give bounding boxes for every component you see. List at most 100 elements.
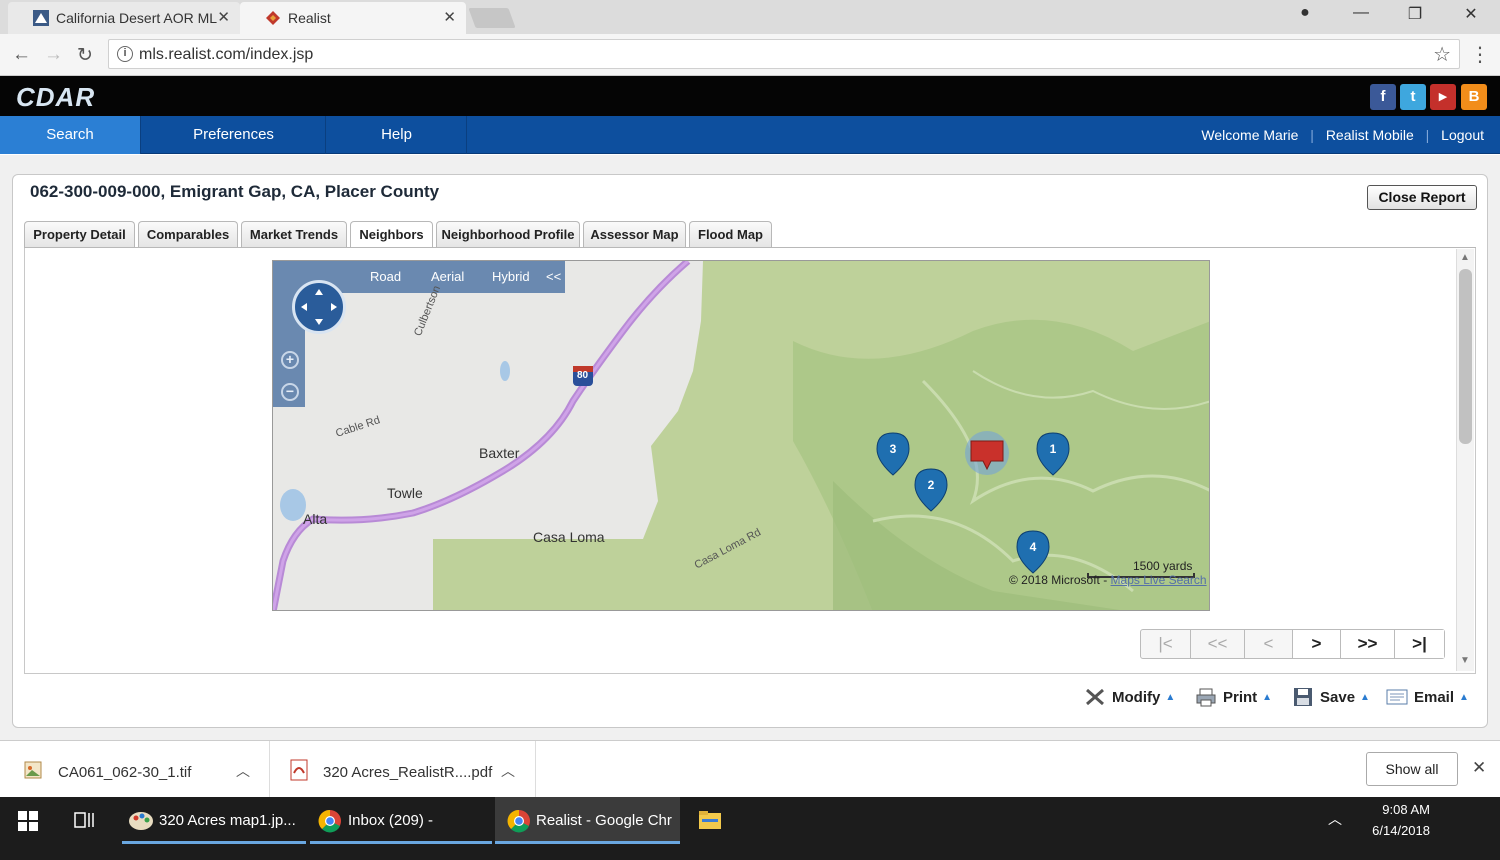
new-tab-button[interactable] bbox=[468, 8, 516, 28]
svg-text:2: 2 bbox=[928, 478, 935, 492]
back-icon[interactable]: ← bbox=[12, 44, 31, 66]
close-tab-icon[interactable]: ✕ bbox=[443, 8, 456, 26]
taskbar-chrome-inbox[interactable]: Inbox (209) - acalifo... bbox=[310, 797, 492, 860]
chevron-up-icon[interactable]: ︿ bbox=[501, 761, 515, 781]
next-set-button[interactable]: >> bbox=[1341, 630, 1395, 658]
twitter-icon[interactable]: t bbox=[1400, 84, 1426, 110]
reload-icon[interactable]: ↻ bbox=[77, 44, 93, 67]
map-canvas: 3 2 1 4 bbox=[273, 261, 1209, 610]
report-title: 062-300-009-000, Emigrant Gap, CA, Place… bbox=[30, 182, 440, 201]
tab-flood-map[interactable]: Flood Map bbox=[689, 221, 772, 248]
nav-search[interactable]: Search bbox=[0, 116, 141, 154]
pdf-file-icon bbox=[290, 759, 308, 781]
neighbors-map[interactable]: 3 2 1 4 Road Aerial Hybrid << + − Baxter… bbox=[272, 260, 1210, 611]
app-header: CDAR f t ▶ B bbox=[0, 76, 1500, 116]
window-close-icon[interactable]: ✕ bbox=[1456, 4, 1486, 24]
tab-market-trends[interactable]: Market Trends bbox=[241, 221, 347, 248]
show-all-button[interactable]: Show all bbox=[1366, 752, 1458, 786]
collapse-toolbar-button[interactable]: << bbox=[546, 269, 561, 284]
map-type-road[interactable]: Road bbox=[370, 269, 401, 284]
address-bar: ← → ↻ i mls.realist.com/index.jsp ☆ ⋮ bbox=[0, 34, 1500, 76]
browser-tab-realist[interactable]: Realist ✕ bbox=[240, 2, 466, 34]
pager: |< << < > >> >| bbox=[1140, 629, 1445, 659]
youtube-icon[interactable]: ▶ bbox=[1430, 84, 1456, 110]
taskbar-paint[interactable]: 320 Acres map1.jp... bbox=[122, 797, 306, 844]
restore-icon[interactable]: ❐ bbox=[1400, 4, 1430, 24]
print-label: Print bbox=[1223, 688, 1258, 706]
map-type-hybrid[interactable]: Hybrid bbox=[492, 269, 530, 284]
profile-icon[interactable]: ● bbox=[1290, 4, 1320, 22]
map-type-aerial[interactable]: Aerial bbox=[431, 269, 464, 284]
modify-button[interactable]: Modify ▲ bbox=[1084, 686, 1175, 708]
browser-tab-cdar[interactable]: California Desert AOR ML ✕ bbox=[8, 2, 240, 34]
system-tray-chevron-icon[interactable]: ︿ bbox=[1328, 809, 1342, 829]
last-page-button[interactable]: >| bbox=[1395, 630, 1444, 658]
clock-date: 6/14/2018 bbox=[1372, 823, 1430, 838]
logout-link[interactable]: Logout bbox=[1441, 127, 1484, 143]
url-text: mls.realist.com/index.jsp bbox=[139, 46, 314, 63]
save-button[interactable]: Save ▲ bbox=[1292, 686, 1370, 708]
caret-up-icon: ▲ bbox=[1360, 691, 1370, 703]
realist-mobile-link[interactable]: Realist Mobile bbox=[1326, 127, 1414, 143]
browser-tab-title: California Desert AOR ML bbox=[56, 10, 218, 26]
download-item[interactable]: CA061_062-30_1.tif ︿ bbox=[0, 741, 270, 798]
maps-live-search-link[interactable]: Maps Live Search bbox=[1111, 573, 1207, 587]
caret-up-icon: ▲ bbox=[1459, 691, 1469, 703]
file-explorer-icon[interactable] bbox=[698, 809, 722, 831]
taskbar-chrome-realist[interactable]: Realist - Google Chr bbox=[495, 797, 680, 844]
browser-tab-title: Realist bbox=[288, 10, 331, 26]
scroll-down-icon[interactable]: ▼ bbox=[1460, 655, 1470, 666]
next-button[interactable]: > bbox=[1293, 630, 1341, 658]
map-copyright: © 2018 Microsoft - Maps Live Search bbox=[1009, 573, 1207, 587]
url-input[interactable]: i mls.realist.com/index.jsp ☆ bbox=[108, 39, 1460, 69]
tab-property-detail[interactable]: Property Detail bbox=[24, 221, 135, 248]
modify-label: Modify bbox=[1112, 688, 1161, 706]
zoom-out-icon[interactable]: − bbox=[281, 383, 299, 401]
close-report-button[interactable]: Close Report bbox=[1367, 185, 1477, 210]
downloads-bar: CA061_062-30_1.tif ︿ 320 Acres_RealistR.… bbox=[0, 740, 1500, 798]
prev-set-button[interactable]: << bbox=[1191, 630, 1245, 658]
first-page-button[interactable]: |< bbox=[1141, 630, 1191, 658]
nav-preferences[interactable]: Preferences bbox=[142, 116, 326, 154]
scroll-up-icon[interactable]: ▲ bbox=[1460, 252, 1470, 263]
blogger-icon[interactable]: B bbox=[1461, 84, 1487, 110]
main-nav: Search Preferences Help Welcome Marie | … bbox=[0, 116, 1500, 154]
bottom-strip bbox=[0, 844, 1500, 860]
pan-control[interactable] bbox=[292, 280, 346, 334]
download-filename: 320 Acres_RealistR....pdf bbox=[323, 764, 493, 781]
user-links: Welcome Marie | Realist Mobile | Logout bbox=[1197, 127, 1488, 143]
email-button[interactable]: Email ▲ bbox=[1386, 686, 1469, 708]
tab-comparables[interactable]: Comparables bbox=[138, 221, 238, 248]
cdar-logo[interactable]: CDAR bbox=[16, 82, 95, 113]
copyright-text: © 2018 Microsoft - bbox=[1009, 573, 1111, 587]
scale-label: 1500 yards bbox=[1133, 559, 1193, 573]
tab-assessor-map[interactable]: Assessor Map bbox=[583, 221, 686, 248]
subject-property-marker[interactable] bbox=[965, 431, 1009, 475]
windows-start-icon[interactable] bbox=[18, 811, 38, 831]
nav-help[interactable]: Help bbox=[327, 116, 467, 154]
info-icon[interactable]: i bbox=[117, 46, 133, 62]
printer-icon bbox=[1196, 688, 1216, 707]
paint-app-icon bbox=[129, 812, 153, 830]
realist-favicon-icon bbox=[266, 11, 280, 25]
browser-menu-icon[interactable]: ⋮ bbox=[1470, 42, 1490, 67]
prev-button[interactable]: < bbox=[1245, 630, 1293, 658]
tab-neighborhood-profile[interactable]: Neighborhood Profile bbox=[436, 221, 580, 248]
minimize-icon[interactable]: — bbox=[1346, 4, 1376, 22]
place-label: Casa Loma bbox=[533, 529, 605, 545]
scroll-thumb[interactable] bbox=[1459, 269, 1472, 444]
forward-icon[interactable]: → bbox=[44, 44, 63, 66]
close-downloads-icon[interactable]: ✕ bbox=[1472, 758, 1486, 778]
tab-neighbors[interactable]: Neighbors bbox=[350, 221, 433, 249]
bookmark-star-icon[interactable]: ☆ bbox=[1433, 42, 1451, 67]
chevron-up-icon[interactable]: ︿ bbox=[236, 761, 250, 781]
zoom-in-icon[interactable]: + bbox=[281, 351, 299, 369]
task-view-icon[interactable] bbox=[73, 810, 95, 830]
clock[interactable]: 9:08 AM 6/14/2018 bbox=[1360, 799, 1430, 841]
facebook-icon[interactable]: f bbox=[1370, 84, 1396, 110]
vertical-scrollbar[interactable]: ▲ ▼ bbox=[1456, 249, 1474, 671]
svg-text:4: 4 bbox=[1030, 540, 1037, 554]
close-tab-icon[interactable]: ✕ bbox=[217, 8, 230, 26]
download-item[interactable]: 320 Acres_RealistR....pdf ︿ bbox=[270, 741, 536, 798]
print-button[interactable]: Print ▲ bbox=[1195, 686, 1272, 708]
